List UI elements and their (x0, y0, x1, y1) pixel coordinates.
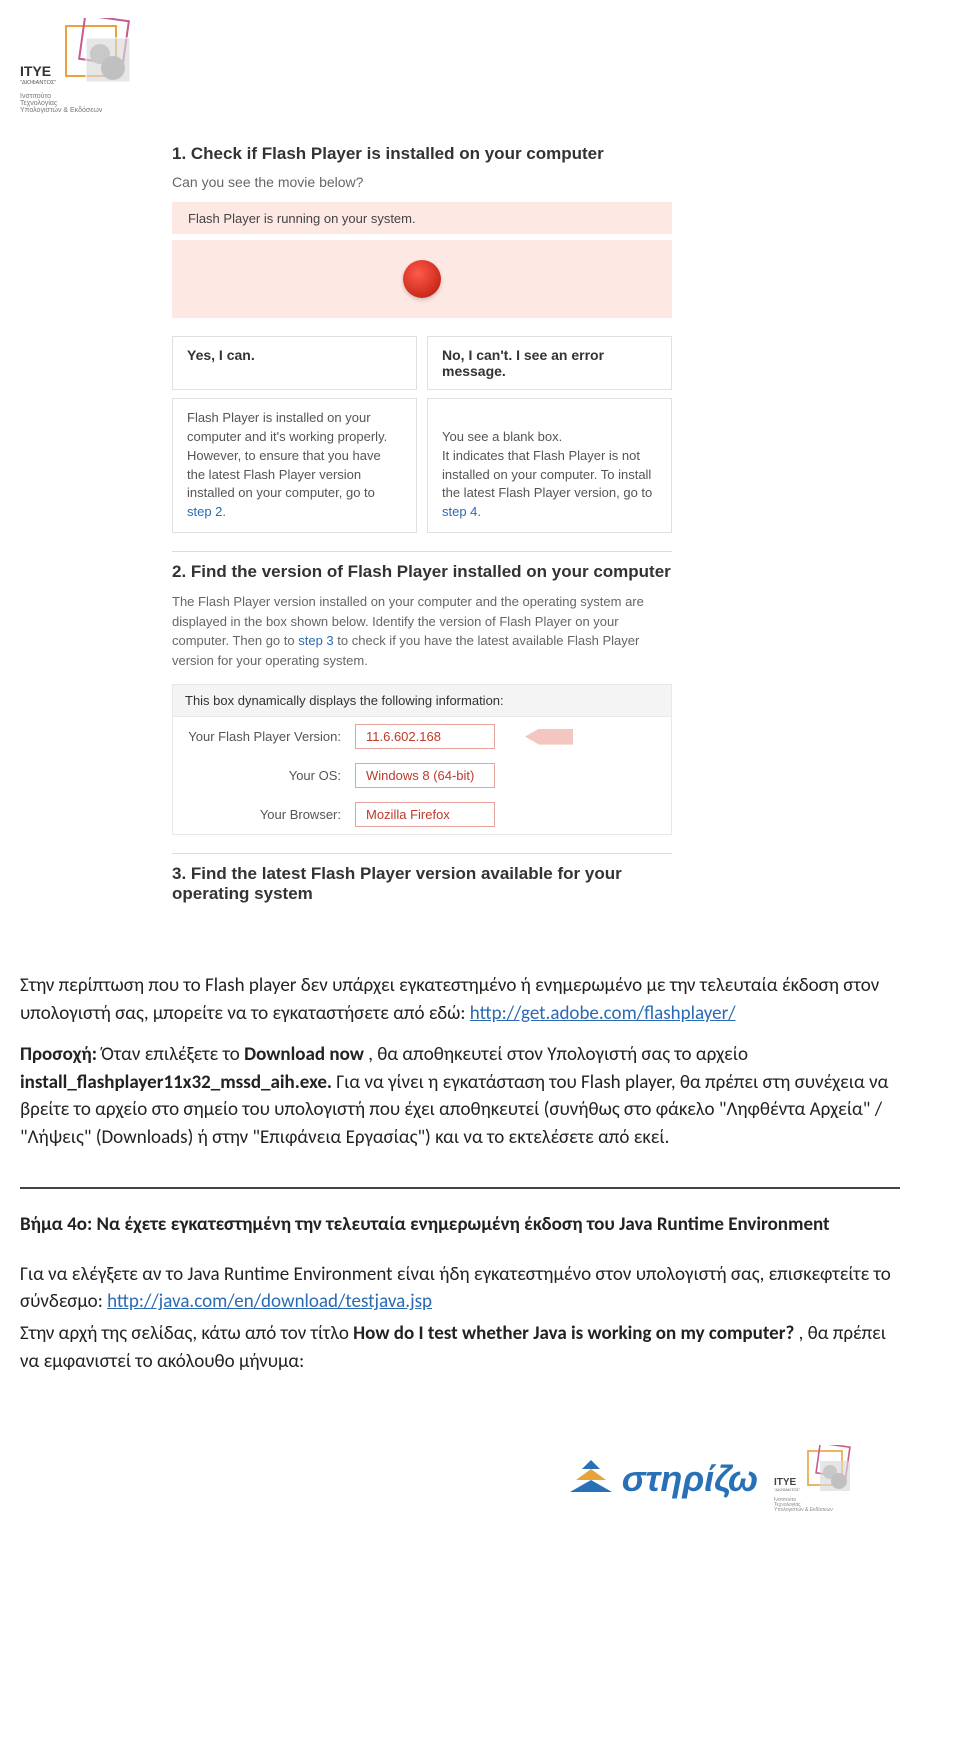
divider-1 (172, 551, 672, 552)
greek-p1-text: Στην περίπτωση που το Flash player δεν υ… (20, 974, 879, 1025)
info-row-os: Your OS: Windows 8 (64-bit) (173, 756, 671, 795)
step3-link[interactable]: step 3 (298, 633, 333, 648)
svg-text:Υπολογιστών & Εκδόσεων: Υπολογιστών & Εκδόσεων (774, 1506, 833, 1513)
svg-text:Υπολογιστών & Εκδόσεων: Υπολογιστών & Εκδόσεων (20, 106, 103, 114)
info-label-browser: Your Browser: (185, 807, 355, 822)
flash-running-text: Flash Player is running on your system. (188, 211, 416, 226)
info-value-os: Windows 8 (64-bit) (355, 763, 495, 788)
doc-divider (20, 1187, 900, 1189)
stirizo-icon (568, 1458, 614, 1500)
step4-link[interactable]: step 4. (442, 504, 481, 519)
flash-red-ball-icon (403, 260, 441, 298)
stirizo-logo: στηρίζω (568, 1458, 758, 1500)
greek-para-3: Για να ελέγξετε αν το Java Runtime Envir… (20, 1261, 900, 1316)
divider-2 (172, 853, 672, 854)
yes-body-box: Flash Player is installed on your comput… (172, 398, 417, 533)
yes-no-head-row: Yes, I can. No, I can't. I see an error … (172, 336, 672, 390)
document-body: Στην περίπτωση που το Flash player δεν υ… (20, 972, 900, 1375)
section2-desc: The Flash Player version installed on yo… (172, 592, 672, 670)
svg-text:ITYE: ITYE (20, 63, 51, 79)
greek-para-4: Στην αρχή της σελίδας, κάτω από τον τίτλ… (20, 1320, 900, 1375)
svg-text:"ΔΙΟΦΑΝΤΟΣ": "ΔΙΟΦΑΝΤΟΣ" (774, 1487, 801, 1492)
greek-para-1: Στην περίπτωση που το Flash player δεν υ… (20, 972, 900, 1027)
step2-link[interactable]: step 2. (187, 504, 226, 519)
info-row-version: Your Flash Player Version: 11.6.602.168 (173, 717, 671, 756)
greek-p2-filename: install_flashplayer11x32_mssd_aih.exe. (20, 1071, 332, 1094)
greek-p2-a: Όταν επιλέξετε το (101, 1043, 244, 1066)
greek-p2-prefix: Προσοχή: (20, 1043, 97, 1066)
org-logo-footer: ITYE "ΔΙΟΦΑΝΤΟΣ" Ινστιτούτο Τεχνολογίας … (774, 1445, 860, 1513)
greek-para-2: Προσοχή: Όταν επιλέξετε το Download now … (20, 1041, 900, 1151)
version-info-box: This box dynamically displays the follow… (172, 684, 672, 835)
flash-check-screenshot-area: 1. Check if Flash Player is installed on… (20, 144, 900, 904)
info-row-browser: Your Browser: Mozilla Firefox (173, 795, 671, 834)
section1-heading: 1. Check if Flash Player is installed on… (172, 144, 900, 164)
svg-text:"ΔΙΟΦΑΝΤΟΣ": "ΔΙΟΦΑΝΤΟΣ" (20, 80, 56, 86)
yes-no-body-row: Flash Player is installed on your comput… (172, 398, 672, 533)
info-label-version: Your Flash Player Version: (185, 729, 355, 744)
java-test-link[interactable]: http://java.com/en/download/testjava.jsp (107, 1290, 432, 1313)
greek-p2-c: , θα αποθηκευτεί στον Υπολογιστή σας το … (368, 1043, 748, 1066)
section1-subtext: Can you see the movie below? (172, 174, 900, 190)
section3-heading: 3. Find the latest Flash Player version … (172, 864, 672, 904)
arrow-left-icon (525, 729, 573, 745)
section2-heading: 2. Find the version of Flash Player inst… (172, 562, 900, 582)
stirizo-text: στηρίζω (622, 1458, 758, 1500)
greek-p4-a: Στην αρχή της σελίδας, κάτω από τον τίτλ… (20, 1322, 353, 1345)
info-label-os: Your OS: (185, 768, 355, 783)
no-head-box: No, I can't. I see an error message. (427, 336, 672, 390)
step4-heading: Βήμα 4ο: Να έχετε εγκατεστημένη την τελε… (20, 1211, 900, 1239)
flash-movie-box (172, 240, 672, 318)
info-value-version: 11.6.602.168 (355, 724, 495, 749)
svg-text:Τεχνολογίας: Τεχνολογίας (20, 99, 58, 107)
greek-p4-title: How do I test whether Java is working on… (353, 1322, 794, 1345)
flash-running-box: Flash Player is running on your system. (172, 202, 672, 234)
yes-body-text: Flash Player is installed on your comput… (187, 410, 387, 500)
svg-text:Ινστιτούτο: Ινστιτούτο (20, 92, 51, 100)
version-info-box-head: This box dynamically displays the follow… (173, 685, 671, 717)
adobe-flashplayer-link[interactable]: http://get.adobe.com/flashplayer/ (470, 1002, 736, 1025)
page-footer: στηρίζω ITYE "ΔΙΟΦΑΝΤΟΣ" Ινστιτούτο Τεχν… (20, 1445, 900, 1513)
greek-p2-download-now: Download now (244, 1043, 364, 1066)
no-body-box: You see a blank box. It indicates that F… (427, 398, 672, 533)
org-logo-header: ITYE "ΔΙΟΦΑΝΤΟΣ" Ινστιτούτο Τεχνολογίας … (20, 18, 900, 114)
no-body-text: You see a blank box. It indicates that F… (442, 429, 652, 501)
info-value-browser: Mozilla Firefox (355, 802, 495, 827)
yes-head-box: Yes, I can. (172, 336, 417, 390)
